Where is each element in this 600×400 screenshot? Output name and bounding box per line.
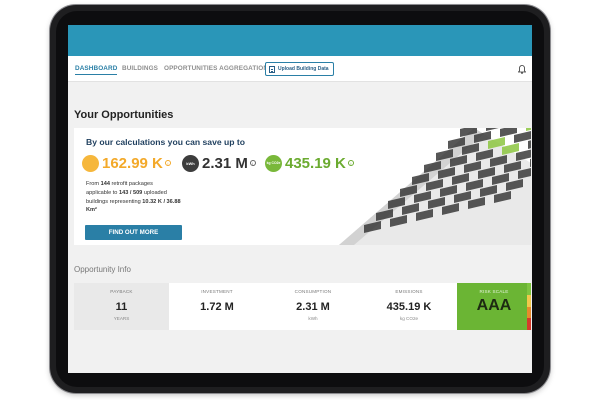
column-unit: YEARS [113, 316, 130, 321]
building-window [526, 128, 531, 131]
column-value: 1.72 M [200, 301, 234, 313]
column-label: RISK SCALE [479, 289, 509, 294]
building-illustration [339, 128, 531, 245]
currency-coin-icon [82, 154, 99, 172]
risk-level-low [527, 283, 531, 295]
column-label: EMISSIONS [395, 289, 423, 294]
risk-rating: AAA [476, 297, 512, 314]
area-value: 10.32 K / 36.88 [142, 198, 181, 205]
consumption-column: CONSUMPTION 2.31 M kWh [265, 283, 361, 330]
nav-dashboard[interactable]: DASHBOARD [75, 65, 118, 75]
column-value: 2.31 M [296, 301, 330, 313]
desc-text: retrofit packages [109, 181, 153, 187]
main-nav: DASHBOARD BUILDINGS OPPORTUNITIES AGGREG… [68, 56, 532, 82]
info-icon[interactable]: i [164, 160, 171, 166]
metric-value: 2.31 M [202, 154, 248, 172]
column-value: 435.19 K [386, 301, 432, 313]
desc-text: uploaded [142, 189, 167, 196]
column-value: 11 [115, 301, 128, 313]
desc-text: applicable to [86, 189, 119, 196]
document-icon [269, 65, 275, 73]
nav-buildings[interactable]: BUILDINGS [122, 65, 158, 72]
opportunity-info-row: PAYBACK 11 YEARS INVESTMENT 1.72 M CONSU… [74, 283, 531, 330]
column-unit: kWh [308, 316, 318, 321]
risk-scale-bar [527, 283, 531, 330]
area-unit: Km² [86, 207, 97, 214]
risk-level-medium [527, 294, 531, 307]
desc-text: buildings representing [86, 198, 143, 205]
bell-icon[interactable] [518, 65, 526, 74]
metric-energy-savings: kWh 2.31 M i [182, 153, 256, 173]
upload-button-label: Upload Building Data [278, 66, 329, 72]
savings-description: From 144 retrofit packages applicable to… [86, 180, 210, 215]
risk-level-high [527, 306, 531, 319]
find-out-more-button[interactable]: FIND OUT MORE [85, 225, 182, 240]
info-icon[interactable]: i [249, 160, 256, 166]
risk-level-critical [527, 318, 531, 330]
payback-column: PAYBACK 11 YEARS [74, 283, 169, 330]
savings-headline: By our calculations you can save up to [86, 137, 246, 147]
column-unit: kg CO2e [399, 316, 419, 321]
metric-cost-savings: 162.99 K i [82, 153, 171, 173]
packages-count: 144 [100, 181, 110, 187]
app-header-bar [68, 25, 532, 56]
desc-text: From [86, 181, 101, 187]
column-label: INVESTMENT [201, 289, 233, 294]
buildings-count: 143 / 509 [118, 189, 143, 196]
emissions-column: EMISSIONS 435.19 K kg CO2e [361, 283, 457, 330]
kwh-icon: kWh [182, 154, 199, 172]
savings-card: By our calculations you can save up to 1… [74, 128, 531, 245]
investment-column: INVESTMENT 1.72 M [169, 283, 265, 330]
page-title: Your Opportunities [74, 109, 174, 121]
app-screen: DASHBOARD BUILDINGS OPPORTUNITIES AGGREG… [68, 25, 532, 373]
column-label: CONSUMPTION [294, 289, 332, 294]
metric-value: 162.99 K [102, 154, 163, 172]
risk-scale-column: RISK SCALE AAA [457, 283, 531, 330]
opportunity-info-title: Opportunity Info [74, 265, 131, 274]
column-label: PAYBACK [110, 289, 133, 294]
co2-icon: kg CO2e [265, 154, 282, 172]
nav-opportunities-aggregation[interactable]: OPPORTUNITIES AGGREGATION [164, 65, 268, 72]
upload-building-data-button[interactable]: Upload Building Data [265, 62, 334, 76]
